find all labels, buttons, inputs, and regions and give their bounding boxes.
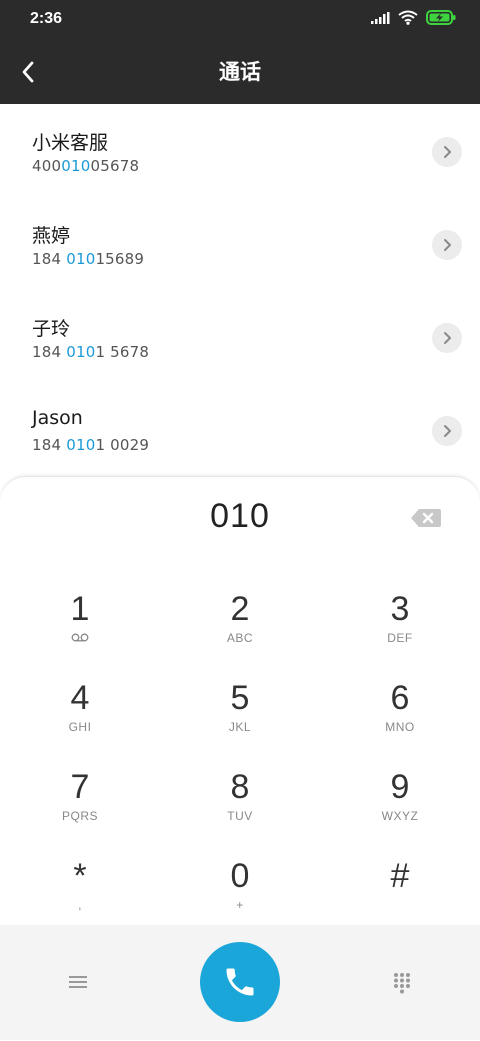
dial-key-5[interactable]: 5 JKL xyxy=(170,678,310,758)
key-digit: # xyxy=(390,857,410,895)
dial-key-star[interactable]: * , xyxy=(10,856,150,936)
contact-number: 40001005678 xyxy=(32,157,139,175)
key-digit: 5 xyxy=(230,679,250,717)
key-letters: GHI xyxy=(68,720,92,734)
chevron-right-icon xyxy=(444,332,451,344)
dial-key-0[interactable]: 0 + xyxy=(170,856,310,936)
contact-list: 小米客服 40001005678 燕婷 184 01015689 子玲 184 … xyxy=(0,104,480,476)
number-prefix: 184 xyxy=(32,250,67,268)
status-icons xyxy=(370,10,456,25)
number-match: 010 xyxy=(66,436,96,454)
key-letters: DEF xyxy=(387,631,413,645)
key-letters: + xyxy=(236,898,244,912)
dial-key-8[interactable]: 8 TUV xyxy=(170,767,310,847)
page-title: 通话 xyxy=(219,60,261,84)
contact-row[interactable]: 小米客服 40001005678 xyxy=(0,104,480,197)
key-letters: ABC xyxy=(226,631,254,645)
contact-number: 184 01015689 xyxy=(32,250,144,268)
dial-key-7[interactable]: 7 PQRS xyxy=(10,767,150,847)
chevron-right-icon xyxy=(444,239,451,251)
chevron-right-icon xyxy=(444,146,451,158)
wifi-icon xyxy=(398,10,418,25)
number-prefix: 184 xyxy=(32,343,67,361)
dial-key-3[interactable]: 3 DEF xyxy=(330,589,470,669)
contact-name: 子玲 xyxy=(32,318,71,340)
key-digit: * xyxy=(73,857,87,895)
contact-row[interactable]: 燕婷 184 01015689 xyxy=(0,197,480,290)
key-letters: PQRS xyxy=(61,809,98,823)
number-suffix: 15689 xyxy=(95,250,145,268)
contact-detail-button[interactable] xyxy=(432,416,462,446)
number-suffix: 1 0029 xyxy=(95,436,150,454)
signal-icon xyxy=(371,11,390,24)
number-match: 010 xyxy=(66,343,96,361)
key-letters: TUV xyxy=(227,809,253,823)
contact-name: 燕婷 xyxy=(32,225,71,247)
number-suffix: 05678 xyxy=(90,157,140,175)
dial-key-9[interactable]: 9 WXYZ xyxy=(330,767,470,847)
dialpad-grid-icon xyxy=(394,973,410,994)
key-letters: , xyxy=(78,898,82,912)
contact-number: 184 0101 0029 xyxy=(32,436,149,454)
key-digit: 7 xyxy=(70,768,90,806)
backspace-icon xyxy=(411,509,441,527)
dial-key-1[interactable]: 1 xyxy=(10,589,150,669)
key-letters: MNO xyxy=(385,720,415,734)
dialpad-toggle-button[interactable] xyxy=(388,968,416,996)
key-digit: 9 xyxy=(390,768,410,806)
contact-row[interactable]: Jason 184 0101 0029 xyxy=(0,383,480,476)
menu-icon xyxy=(69,976,87,988)
status-time: 2:36 xyxy=(30,10,63,27)
backspace-button[interactable] xyxy=(410,507,442,529)
voicemail-icon xyxy=(71,633,89,642)
number-prefix: 400 xyxy=(32,157,62,175)
key-digit: 4 xyxy=(70,679,90,717)
contact-row[interactable]: 子玲 184 0101 5678 xyxy=(0,290,480,383)
key-digit: 6 xyxy=(390,679,410,717)
number-match: 010 xyxy=(61,157,91,175)
menu-button[interactable] xyxy=(62,970,94,994)
dial-input[interactable]: 010 xyxy=(0,497,480,536)
dial-key-2[interactable]: 2 ABC xyxy=(170,589,310,669)
phone-icon xyxy=(226,968,254,996)
key-digit: 0 xyxy=(230,857,250,895)
status-bar: 2:36 xyxy=(0,0,480,40)
bottom-action-bar xyxy=(0,925,480,1040)
key-letters xyxy=(10,631,150,645)
chevron-right-icon xyxy=(444,425,451,437)
dial-key-hash[interactable]: # xyxy=(330,856,470,936)
key-letters: WXYZ xyxy=(381,809,419,823)
key-digit: 1 xyxy=(70,590,90,628)
title-bar: 通话 xyxy=(0,40,480,104)
number-match: 010 xyxy=(66,250,96,268)
key-digit: 3 xyxy=(390,590,410,628)
key-letters: JKL xyxy=(228,720,252,734)
contact-name: Jason xyxy=(32,407,83,429)
call-button[interactable] xyxy=(200,942,280,1022)
battery-charging-icon xyxy=(426,10,456,25)
key-digit: 8 xyxy=(230,768,250,806)
number-suffix: 1 5678 xyxy=(95,343,150,361)
contact-detail-button[interactable] xyxy=(432,230,462,260)
number-prefix: 184 xyxy=(32,436,67,454)
contact-number: 184 0101 5678 xyxy=(32,343,149,361)
contact-name: 小米客服 xyxy=(32,132,109,154)
contact-detail-button[interactable] xyxy=(432,323,462,353)
key-digit: 2 xyxy=(230,590,250,628)
contact-detail-button[interactable] xyxy=(432,137,462,167)
dial-key-6[interactable]: 6 MNO xyxy=(330,678,470,758)
dial-key-4[interactable]: 4 GHI xyxy=(10,678,150,758)
